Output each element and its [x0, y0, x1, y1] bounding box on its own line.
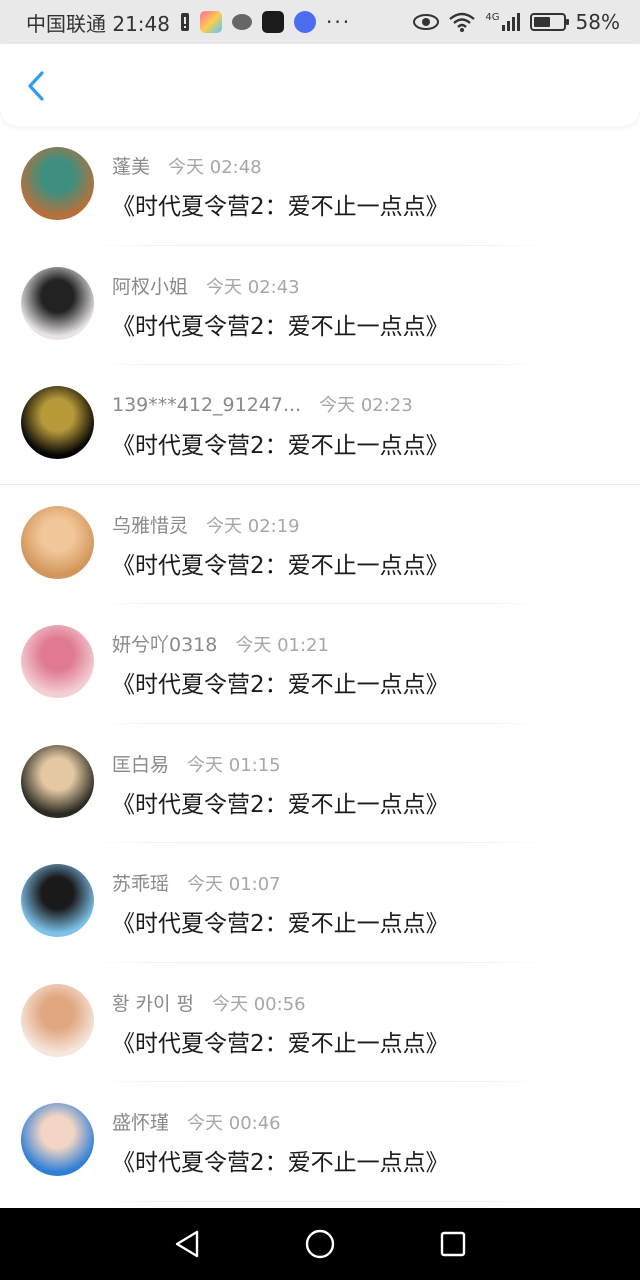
app-notification-icon — [200, 11, 222, 33]
avatar[interactable] — [21, 1103, 94, 1176]
message-text: 《时代夏令营2：爱不止一点点》 — [112, 433, 449, 459]
message-meta: 妍兮吖0318 今天 01:21 — [112, 630, 329, 657]
back-button[interactable] — [18, 68, 54, 104]
carrier-time: 中国联通 21:48 — [26, 11, 170, 36]
circle-home-icon — [305, 1229, 335, 1259]
message-text: 《时代夏令营2：爱不止一点点》 — [112, 911, 449, 937]
sender-name[interactable]: 苏乖瑶 — [112, 869, 169, 896]
sender-name[interactable]: 乌雅惜灵 — [112, 511, 188, 538]
sender-name[interactable]: 황 카이 펑 — [112, 989, 194, 1016]
more-notifications: ··· — [326, 10, 352, 34]
system-recents-button[interactable] — [433, 1224, 473, 1264]
list-item[interactable]: 匡白易 今天 01:15 《时代夏令营2：爱不止一点点》 — [0, 724, 640, 843]
divider — [90, 1200, 550, 1202]
message-meta: 139***412_91247... 今天 02:23 — [112, 391, 413, 417]
system-back-button[interactable] — [167, 1224, 207, 1264]
avatar[interactable] — [21, 983, 94, 1057]
message-text: 《时代夏令营2：爱不止一点点》 — [112, 791, 449, 818]
sender-name[interactable]: 阿杈小姐 — [112, 272, 188, 299]
timestamp: 今天 02:48 — [168, 157, 262, 178]
battery-icon — [529, 13, 569, 31]
battery-percent: 58% — [575, 10, 620, 34]
message-meta: 阿杈小姐 今天 02:43 — [112, 272, 300, 299]
timestamp: 今天 01:07 — [187, 874, 281, 895]
timestamp: 今天 02:19 — [206, 515, 300, 537]
message-meta: 苏乖瑶 今天 01:07 — [112, 869, 281, 896]
avatar[interactable] — [21, 625, 94, 698]
sender-name[interactable]: 139***412_91247... — [112, 394, 301, 416]
signal-icon: 4G — [485, 12, 520, 31]
sender-name[interactable]: 盛怀瑾 — [112, 1108, 169, 1135]
message-meta: 匡白易 今天 01:15 — [112, 750, 281, 777]
message-text: 《时代夏令营2：爱不止一点点》 — [112, 1150, 449, 1176]
triangle-back-icon — [175, 1230, 198, 1258]
list-item[interactable]: 阿杈小姐 今天 02:43 《时代夏令营2：爱不止一点点》 — [0, 246, 640, 365]
alert-icon — [181, 13, 189, 31]
eye-icon — [413, 14, 440, 30]
chevron-left-icon — [28, 71, 44, 101]
status-bar: 中国联通 21:48 ··· 4G 58% — [0, 0, 640, 44]
timestamp: 今天 00:56 — [212, 993, 306, 1015]
avatar[interactable] — [21, 266, 94, 340]
message-meta: 蓬美 今天 02:48 — [112, 152, 262, 179]
wifi-icon — [449, 12, 476, 32]
avatar[interactable] — [21, 864, 94, 937]
message-text: 《时代夏令营2：爱不止一点点》 — [112, 194, 449, 220]
message-meta: 황 카이 펑 今天 00:56 — [112, 989, 306, 1016]
message-list: 蓬美 今天 02:48 《时代夏令营2：爱不止一点点》 阿杈小姐 今天 02:43 《时代… — [0, 126, 640, 1202]
avatar[interactable] — [21, 505, 94, 579]
avatar[interactable] — [21, 386, 94, 459]
list-item[interactable]: 盛怀瑾 今天 00:46 《时代夏令营2：爱不止一点点》 — [0, 1082, 640, 1202]
network-type: 4G — [485, 12, 500, 23]
sender-name[interactable]: 匡白易 — [112, 750, 169, 777]
avatar[interactable] — [21, 147, 94, 220]
message-text: 《时代夏令营2：爱不止一点点》 — [112, 313, 449, 340]
music-icon — [294, 11, 316, 33]
timestamp: 今天 00:46 — [187, 1113, 281, 1134]
square-recents-icon — [441, 1231, 466, 1257]
timestamp: 今天 01:21 — [235, 635, 329, 656]
timestamp: 今天 02:43 — [206, 276, 300, 298]
sender-name[interactable]: 蓬美 — [112, 152, 150, 179]
wechat-icon — [232, 14, 252, 30]
top-nav-bar — [0, 44, 640, 126]
message-meta: 盛怀瑾 今天 00:46 — [112, 1108, 281, 1135]
list-item[interactable]: 蓬美 今天 02:48 《时代夏令营2：爱不止一点点》 — [0, 126, 640, 246]
list-item[interactable]: 妍兮吖0318 今天 01:21 《时代夏令营2：爱不止一点点》 — [0, 604, 640, 724]
message-text: 《时代夏令营2：爱不止一点点》 — [112, 552, 449, 579]
list-item[interactable]: 황 카이 펑 今天 00:56 《时代夏令营2：爱不止一点点》 — [0, 963, 640, 1082]
list-item[interactable]: 139***412_91247... 今天 02:23 《时代夏令营2：爱不止一点点… — [0, 365, 640, 485]
timestamp: 今天 01:15 — [187, 754, 281, 776]
sender-name[interactable]: 妍兮吖0318 — [112, 630, 217, 657]
system-nav-bar — [0, 1208, 640, 1280]
avatar[interactable] — [21, 744, 94, 818]
message-text: 《时代夏令营2：爱不止一点点》 — [112, 672, 449, 698]
message-text: 《时代夏令营2：爱不止一点点》 — [112, 1030, 449, 1057]
app-notification-icon — [262, 11, 284, 33]
system-home-button[interactable] — [300, 1224, 340, 1264]
timestamp: 今天 02:23 — [319, 395, 413, 416]
list-item[interactable]: 苏乖瑶 今天 01:07 《时代夏令营2：爱不止一点点》 — [0, 843, 640, 963]
message-meta: 乌雅惜灵 今天 02:19 — [112, 511, 300, 538]
list-item[interactable]: 乌雅惜灵 今天 02:19 《时代夏令营2：爱不止一点点》 — [0, 485, 640, 604]
